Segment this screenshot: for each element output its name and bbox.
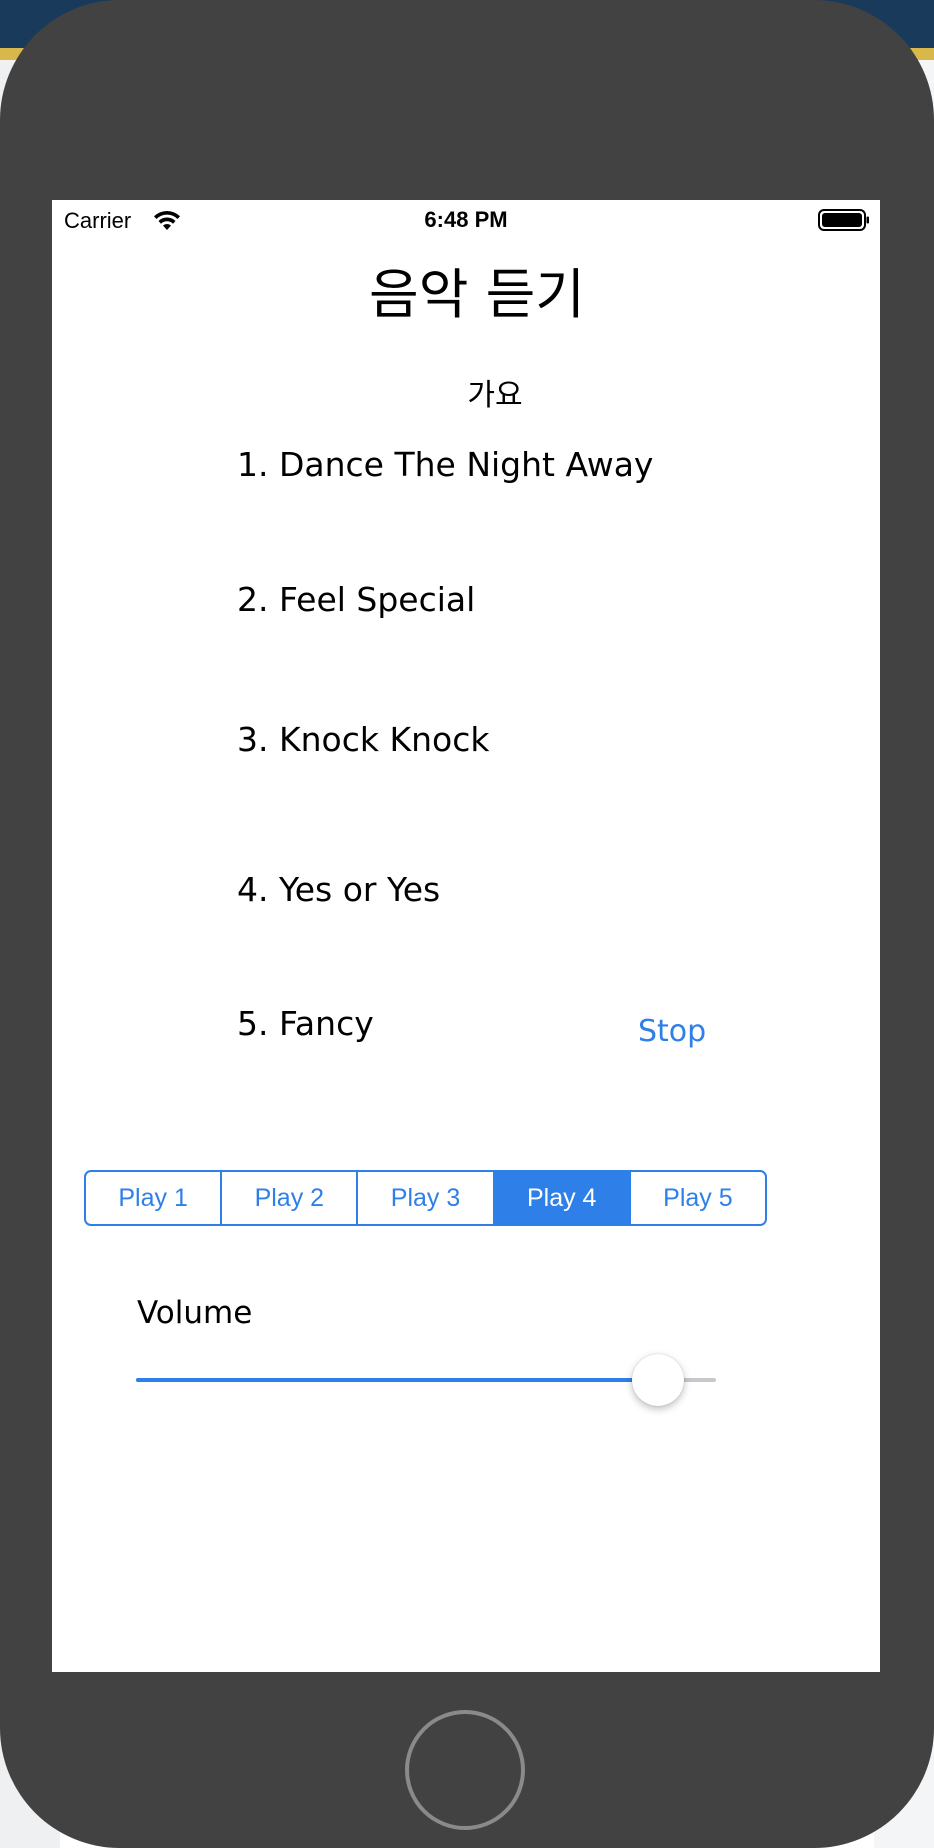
segment-play-5[interactable]: Play 5 [631,1172,765,1224]
volume-label: Volume [137,1295,253,1331]
song-item-1: 1. Dance The Night Away [237,445,654,484]
segment-play-1[interactable]: Play 1 [86,1172,223,1224]
page-title: 음악 듣기 [369,263,585,326]
song-item-3: 3. Knock Knock [237,720,490,759]
battery-full-icon [818,209,869,231]
segment-play-4[interactable]: Play 4 [494,1172,631,1224]
iphone-simulator-frame: Carrier 6:48 PM 음악 듣기 가요 1. Dance The Ni… [0,0,934,1848]
song-item-2: 2. Feel Special [237,580,476,619]
status-bar: Carrier 6:48 PM [52,200,880,242]
stop-button[interactable]: Stop [638,1014,706,1049]
slider-thumb[interactable] [632,1354,685,1406]
genre-heading: 가요 [467,378,523,413]
song-item-5: 5. Fancy [237,1004,374,1043]
slider-fill [136,1378,659,1382]
segment-play-2[interactable]: Play 2 [222,1172,359,1224]
status-time: 6:48 PM [424,207,508,232]
play-segmented-control: Play 1 Play 2 Play 3 Play 4 Play 5 [84,1170,767,1226]
segment-play-3[interactable]: Play 3 [358,1172,495,1224]
app-screen: Carrier 6:48 PM 음악 듣기 가요 1. Dance The Ni… [52,200,880,1672]
volume-slider[interactable] [136,1350,716,1410]
home-button[interactable] [405,1710,525,1830]
song-item-4: 4. Yes or Yes [237,870,441,909]
